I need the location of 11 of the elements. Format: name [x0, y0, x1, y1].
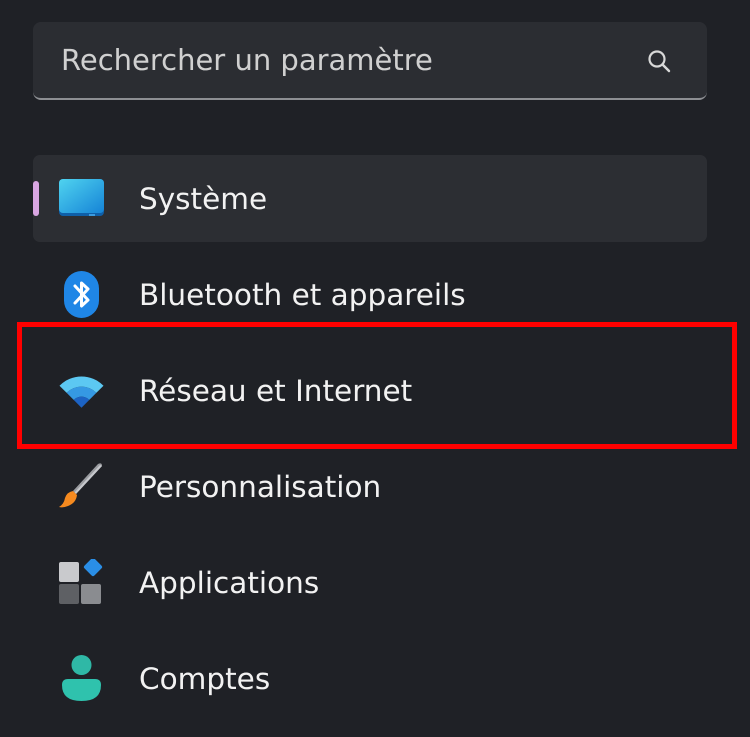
nav-item[interactable]: Système [33, 155, 707, 242]
selection-indicator [33, 181, 39, 216]
paintbrush-icon [58, 463, 105, 510]
search-field[interactable]: Rechercher un paramètre [33, 22, 707, 100]
nav-item[interactable]: Bluetooth et appareils [33, 251, 707, 338]
nav-item[interactable]: Réseau et Internet [33, 347, 707, 434]
nav-item[interactable]: Personnalisation [33, 443, 707, 530]
search-icon [647, 49, 671, 73]
nav-item[interactable]: Applications [33, 539, 707, 626]
nav-item[interactable]: Comptes [33, 635, 707, 722]
apps-icon [58, 559, 105, 606]
